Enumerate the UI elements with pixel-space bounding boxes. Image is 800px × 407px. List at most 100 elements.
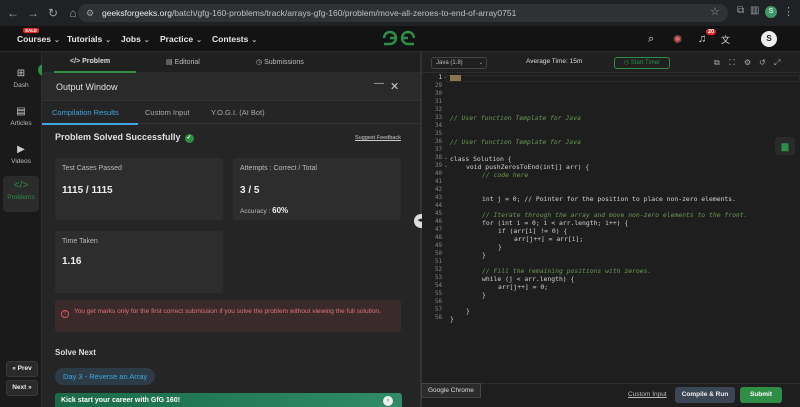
search-icon[interactable]: ⌕ (648, 33, 654, 46)
line-number: 34 (435, 123, 442, 129)
fold-arrow-icon[interactable]: ⌄ (444, 155, 448, 161)
info-circle-icon: ! (61, 310, 69, 318)
status-message: Problem Solved Successfully ✓ (55, 132, 194, 143)
back-icon[interactable]: ← (6, 6, 20, 20)
forward-icon[interactable]: → (26, 6, 40, 20)
next-problem-chip[interactable]: Day 3 - Reverse an Array (55, 368, 156, 385)
rail-item-articles[interactable]: ▤ Articles (3, 106, 39, 127)
line-number: 33 (435, 115, 442, 121)
line-number: 51 (435, 259, 442, 265)
video-icon: ▶ (17, 144, 25, 155)
line-number: 44 (435, 203, 442, 209)
browser-profile-avatar[interactable]: S (765, 6, 777, 18)
prev-button[interactable]: « Prev (6, 361, 38, 377)
line-number: 42 (435, 187, 442, 193)
line-number: 49 (435, 243, 442, 249)
code-line: int j = 0; // Pointer for the position t… (482, 195, 736, 203)
code-brace: } (498, 243, 502, 251)
code-method-signature: void pushZerosToEnd(int[] arr) { (466, 163, 590, 171)
line-number: 52 (435, 267, 442, 273)
problem-tabs: </> Problem ▤ Editorial ◷ Submissions (42, 52, 420, 73)
browser-menu-icon[interactable]: ⋮ (783, 5, 794, 18)
fold-arrow-icon[interactable]: ⌄ (444, 163, 448, 169)
nav-practice[interactable]: Practice ⌄ (160, 34, 202, 44)
warning-text: You get marks only for the first correct… (74, 308, 381, 315)
close-icon[interactable]: ✕ (390, 80, 399, 93)
chevron-down-icon: ⌄ (478, 60, 483, 66)
tab-problem[interactable]: </> Problem (70, 58, 110, 65)
code-line: while (j < arr.length) { (482, 275, 575, 283)
code-brace: } (482, 291, 486, 299)
code-editor[interactable]: 1 29 30 31 32 33 34 35 36 37 38 39 40 41… (422, 73, 800, 383)
left-rail: ⊞ Dash ▤ Articles ▶ Videos </> Problems « Pr… (0, 52, 42, 407)
rail-item-videos[interactable]: ▶ Videos (3, 144, 39, 165)
language-select[interactable]: Java (1.8) ⌄ (431, 57, 487, 69)
chat-icon[interactable]: ▆ (775, 137, 795, 155)
extensions-icon[interactable]: ⧉ (737, 5, 744, 16)
tab-yogi-bot[interactable]: Y.O.G.I. (AI Bot) (211, 108, 265, 117)
chrome-tooltip: Google Chrome (421, 383, 481, 398)
line-number: 32 (435, 107, 442, 113)
tab-submissions[interactable]: ◷ Submissions (256, 58, 304, 66)
bookmark-star-icon[interactable]: ☆ (710, 5, 720, 18)
notification-bell-icon[interactable]: ♫ (698, 33, 706, 45)
browser-toolbar: ← → ↻ ⌂ ⚙ geeksforgeeks.org/batch/gfg-16… (0, 0, 800, 26)
output-window-title: Output Window (56, 82, 118, 92)
gfg-logo-icon[interactable] (381, 29, 417, 47)
chevron-down-icon: ⌄ (54, 37, 60, 44)
rail-item-dash[interactable]: ⊞ Dash (3, 68, 39, 89)
url-domain: geeksforgeeks.org (102, 8, 172, 18)
code-comment: // Fill the remaining positions with zer… (482, 267, 652, 275)
attempts-value: 3 / 5 (240, 185, 260, 196)
settings-icon[interactable]: ⚙ (744, 58, 751, 67)
suggest-feedback-link[interactable]: Suggest Feedback (355, 135, 401, 141)
reload-icon[interactable]: ↻ (46, 6, 60, 20)
fullscreen-icon[interactable]: ⛶ (729, 58, 735, 68)
chevron-down-icon: ⌄ (251, 37, 258, 44)
line-number: 48 (435, 235, 442, 241)
arrow-right-icon[interactable]: › (383, 396, 393, 406)
expand-editor-icon[interactable]: ⤢ (774, 58, 780, 68)
next-button[interactable]: Next » (6, 380, 38, 396)
line-number: 55 (435, 291, 442, 297)
kickstart-banner[interactable]: Kick start your career with GfG 160! › (55, 393, 402, 407)
notification-count: 20 (706, 29, 717, 35)
fold-arrow-icon[interactable]: › (444, 75, 446, 81)
line-number: 35 (435, 131, 442, 137)
user-avatar[interactable]: S (761, 31, 777, 47)
side-panel-icon[interactable]: ▥ (750, 5, 759, 16)
tab-editorial[interactable]: ▤ Editorial (166, 58, 200, 66)
output-window-header: Output Window — ✕ (42, 73, 420, 101)
line-number: 56 (435, 299, 442, 305)
line-number: 36 (435, 139, 442, 145)
theme-toggle-icon[interactable]: ✺ (673, 33, 682, 46)
code-line: arr[j++] = 0; (498, 283, 549, 291)
reset-icon[interactable]: ↺ (759, 58, 766, 67)
article-icon: ▤ (16, 106, 26, 117)
rail-item-problems[interactable]: </> Problems (3, 176, 39, 212)
submit-button[interactable]: Submit (740, 387, 782, 403)
nav-jobs[interactable]: Jobs ⌄ (121, 34, 150, 44)
code-class-declaration: class Solution { (450, 155, 512, 163)
nav-contests[interactable]: Contests ⌄ (212, 34, 257, 44)
address-bar[interactable]: ⚙ geeksforgeeks.org/batch/gfg-160-proble… (78, 4, 728, 22)
nav-courses[interactable]: Courses ⌄ (17, 34, 60, 44)
copy-icon[interactable]: ⧉ (714, 58, 720, 68)
compile-run-button[interactable]: Compile & Run (675, 387, 735, 403)
average-time: Average Time: 15m (526, 58, 583, 65)
start-timer-button[interactable]: ◷ Start Timer (614, 57, 670, 69)
minimize-icon[interactable]: — (374, 78, 384, 89)
translate-icon[interactable]: 文 (721, 33, 730, 46)
accuracy: Accuracy : 60% (240, 206, 289, 215)
time-taken-card: Time Taken 1.16 (55, 231, 223, 293)
code-brace: } (466, 307, 470, 315)
tab-custom-input[interactable]: Custom Input (145, 108, 190, 117)
nav-tutorials[interactable]: Tutorials ⌄ (67, 34, 111, 44)
site-info-icon[interactable]: ⚙ (86, 8, 96, 19)
code-line: for (int i = 0; i < arr.length; i++) { (482, 219, 629, 227)
folded-code-marker[interactable] (450, 75, 461, 81)
line-number: 39 (435, 163, 442, 169)
custom-input-link[interactable]: Custom Input (628, 391, 667, 398)
code-comment: // Iterate through the array and move no… (482, 211, 748, 219)
tab-compilation-results[interactable]: Compilation Results (52, 108, 119, 117)
